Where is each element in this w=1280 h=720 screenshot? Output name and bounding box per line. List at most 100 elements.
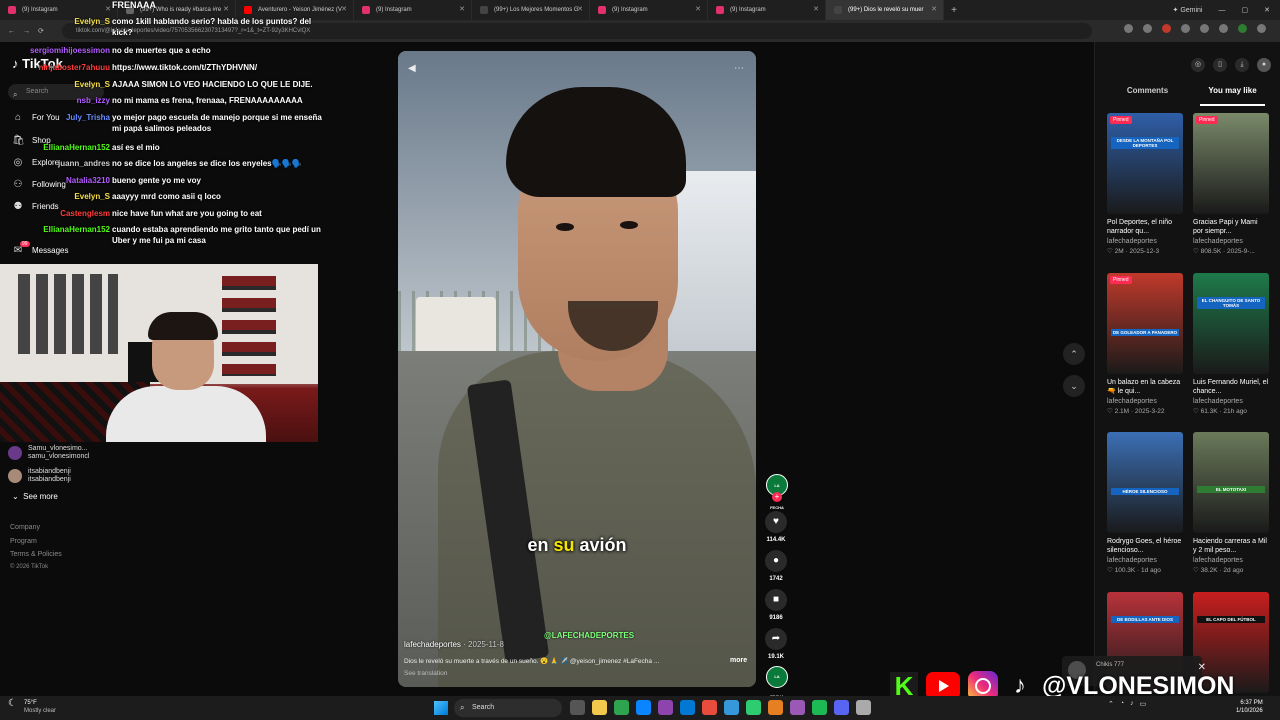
tab-close-icon[interactable]: ✕ (813, 5, 819, 13)
browser-tab[interactable]: (99+) Los Mejores Momentos G ✕ (472, 0, 590, 20)
close-window-icon[interactable]: ✕ (1264, 6, 1270, 14)
next-video-button[interactable]: ⌄ (1063, 375, 1085, 397)
see-more-button[interactable]: ⌄ See more (12, 492, 58, 501)
taskbar-app-icon[interactable] (614, 700, 629, 715)
taskbar-app-icon[interactable] (702, 700, 717, 715)
extension-icon[interactable] (1162, 24, 1171, 33)
video-card[interactable]: Pinned Gracias Papi y Mami por siempr... l… (1193, 113, 1269, 255)
bookmark-icon[interactable] (1143, 24, 1152, 33)
video-author[interactable]: lafechadeportes · 2025-11-8 (404, 640, 504, 649)
tab-close-icon[interactable]: ✕ (459, 5, 465, 13)
tab-comments[interactable]: Comments (1105, 86, 1190, 100)
share-button[interactable]: ➦ (765, 628, 787, 650)
chevron-up-icon[interactable]: ⌃ (1108, 700, 1114, 708)
profile-avatar-icon[interactable]: ● (1257, 58, 1271, 72)
sound-disc[interactable]: LA FECHA (766, 666, 788, 699)
nav-item-explore[interactable]: ◎ Explore (12, 157, 60, 168)
video-stats: ♡ 808.5K · 2025-9-... (1193, 248, 1255, 255)
window-controls: ✦ Gemini — ▢ ✕ (1173, 0, 1271, 20)
taskbar-app-icon[interactable] (570, 700, 585, 715)
weather-widget[interactable]: ☾ 75°F Mostly clear (8, 699, 56, 715)
video-title: Un balazo en la cabeza 🔫 le qui... (1107, 379, 1181, 395)
tab-close-icon[interactable]: ✕ (931, 5, 937, 13)
taskbar-app-icon[interactable] (658, 700, 673, 715)
forward-icon[interactable]: → (23, 28, 30, 35)
battery-icon[interactable]: ▭ (1140, 700, 1147, 708)
taskbar-app-icon[interactable] (592, 700, 607, 715)
minimize-icon[interactable]: — (1219, 7, 1226, 14)
browser-tab-active[interactable]: (99+) Dios le reveló su muer ✕ (826, 0, 944, 20)
new-tab-button[interactable]: + (944, 5, 964, 16)
thumbnail-headline: EL CAPO DEL FÚTBOL (1197, 616, 1265, 623)
following-account[interactable]: Samu_vlonesimo... samu_vlonesimoncl (8, 445, 89, 461)
more-button[interactable]: more (730, 657, 747, 664)
taskbar-search[interactable]: ⌕ Search (454, 699, 562, 717)
extension-icon[interactable] (1181, 24, 1190, 33)
tab-close-icon[interactable]: ✕ (105, 5, 111, 13)
follow-plus-icon[interactable]: + (772, 492, 782, 502)
taskbar-app-icon[interactable] (812, 700, 827, 715)
video-card[interactable]: HÉROE SILENCIOSO Rodrygo Goes, el héroe s… (1107, 432, 1183, 574)
windows-start-icon[interactable] (434, 701, 448, 715)
taskbar-app-icon[interactable] (680, 700, 695, 715)
extension-icon[interactable] (1200, 24, 1209, 33)
taskbar-app-icon[interactable] (790, 700, 805, 715)
video-title: Haciendo carreras a Mil y 2 mil peso... (1193, 538, 1267, 554)
wifi-icon[interactable]: ◔ (1120, 700, 1124, 708)
see-translation-link[interactable]: See translation (404, 670, 447, 677)
compass-icon: ◎ (13, 157, 23, 168)
taskbar-app-icon[interactable] (834, 700, 849, 715)
reload-icon[interactable]: ⟳ (38, 27, 44, 35)
browser-tab[interactable]: (9) Instagram ✕ (590, 0, 708, 20)
weather-icon: ☾ (8, 698, 17, 709)
tab-close-icon[interactable]: ✕ (341, 5, 347, 13)
following-account[interactable]: itsabiandbenji itsabiandbenji (8, 468, 71, 484)
nav-item-messages[interactable]: ✉ 99 Messages (12, 241, 68, 256)
download-icon[interactable]: ⤓ (1235, 58, 1249, 72)
previous-video-button[interactable]: ⌃ (1063, 343, 1085, 365)
browser-tab[interactable]: (9) Instagram ✕ (708, 0, 826, 20)
video-description: Dios le reveló su muerte a través de un … (404, 658, 660, 665)
taskbar-app-icon[interactable] (746, 700, 761, 715)
video-title: Luis Fernando Muriel, el chance... (1193, 379, 1269, 395)
maximize-icon[interactable]: ▢ (1242, 6, 1249, 14)
tab-you-may-like[interactable]: You may like (1190, 86, 1275, 106)
extension-icon[interactable] (1124, 24, 1133, 33)
video-stats: ♡ 61.3K · 21h ago (1193, 408, 1247, 415)
footer-link[interactable]: Company (10, 524, 40, 531)
speaker-icon[interactable]: ♪ (1130, 700, 1134, 708)
taskbar-app-icon[interactable] (636, 700, 651, 715)
phone-icon[interactable]: ▯ (1213, 58, 1227, 72)
tab-close-icon[interactable]: ✕ (577, 5, 583, 13)
like-button[interactable]: ♥ (765, 511, 787, 533)
gemini-button[interactable]: ✦ Gemini (1173, 6, 1203, 14)
taskbar-app-icon[interactable] (768, 700, 783, 715)
more-options-icon[interactable]: ⋯ (734, 63, 744, 74)
back-icon[interactable]: ← (8, 28, 15, 35)
heart-icon: ♥ (773, 516, 779, 527)
comment-button[interactable]: ● (765, 550, 787, 572)
nav-item-for-you[interactable]: ⌂ For You (12, 112, 60, 123)
nav-item-following[interactable]: ⚇ Following (12, 179, 66, 190)
nav-item-friends[interactable]: ⚉ Friends (12, 201, 59, 212)
taskbar-app-icon[interactable] (724, 700, 739, 715)
clock[interactable]: 6:37 PM 1/10/2026 (1236, 699, 1263, 715)
footer-link[interactable]: Program (10, 538, 37, 545)
compass-icon[interactable]: ◎ (1191, 58, 1205, 72)
tab-close-icon[interactable]: ✕ (695, 5, 701, 13)
save-button[interactable]: ■ (765, 589, 787, 611)
menu-icon[interactable] (1257, 24, 1266, 33)
browser-tab[interactable]: (9) Instagram ✕ (354, 0, 472, 20)
panel-tabs: Comments You may like (1105, 86, 1275, 106)
taskbar-app-icon[interactable] (856, 700, 871, 715)
video-card[interactable]: Pinned DE GOLEADOR A PANADERO Un balazo en… (1107, 273, 1183, 415)
extension-icon[interactable] (1238, 24, 1247, 33)
download-icon[interactable] (1219, 24, 1228, 33)
video-card[interactable]: Pinned DESDE LA MONTAÑA POL DEPORTES Pol D… (1107, 113, 1183, 255)
video-card[interactable]: EL MOTOTAXI Haciendo carreras a Mil y 2 m… (1193, 432, 1269, 574)
video-card[interactable]: EL CHANGUITO DE SANTO TOMÁS Luis Fernando… (1193, 273, 1269, 415)
unread-badge: 99 (20, 241, 30, 247)
footer-link[interactable]: Terms & Policies (10, 551, 62, 558)
video-player[interactable]: ◀ ⋯ en su avión @LAFECHADEPORTES lafecha… (398, 51, 756, 687)
volume-icon[interactable]: ◀ (408, 63, 416, 74)
